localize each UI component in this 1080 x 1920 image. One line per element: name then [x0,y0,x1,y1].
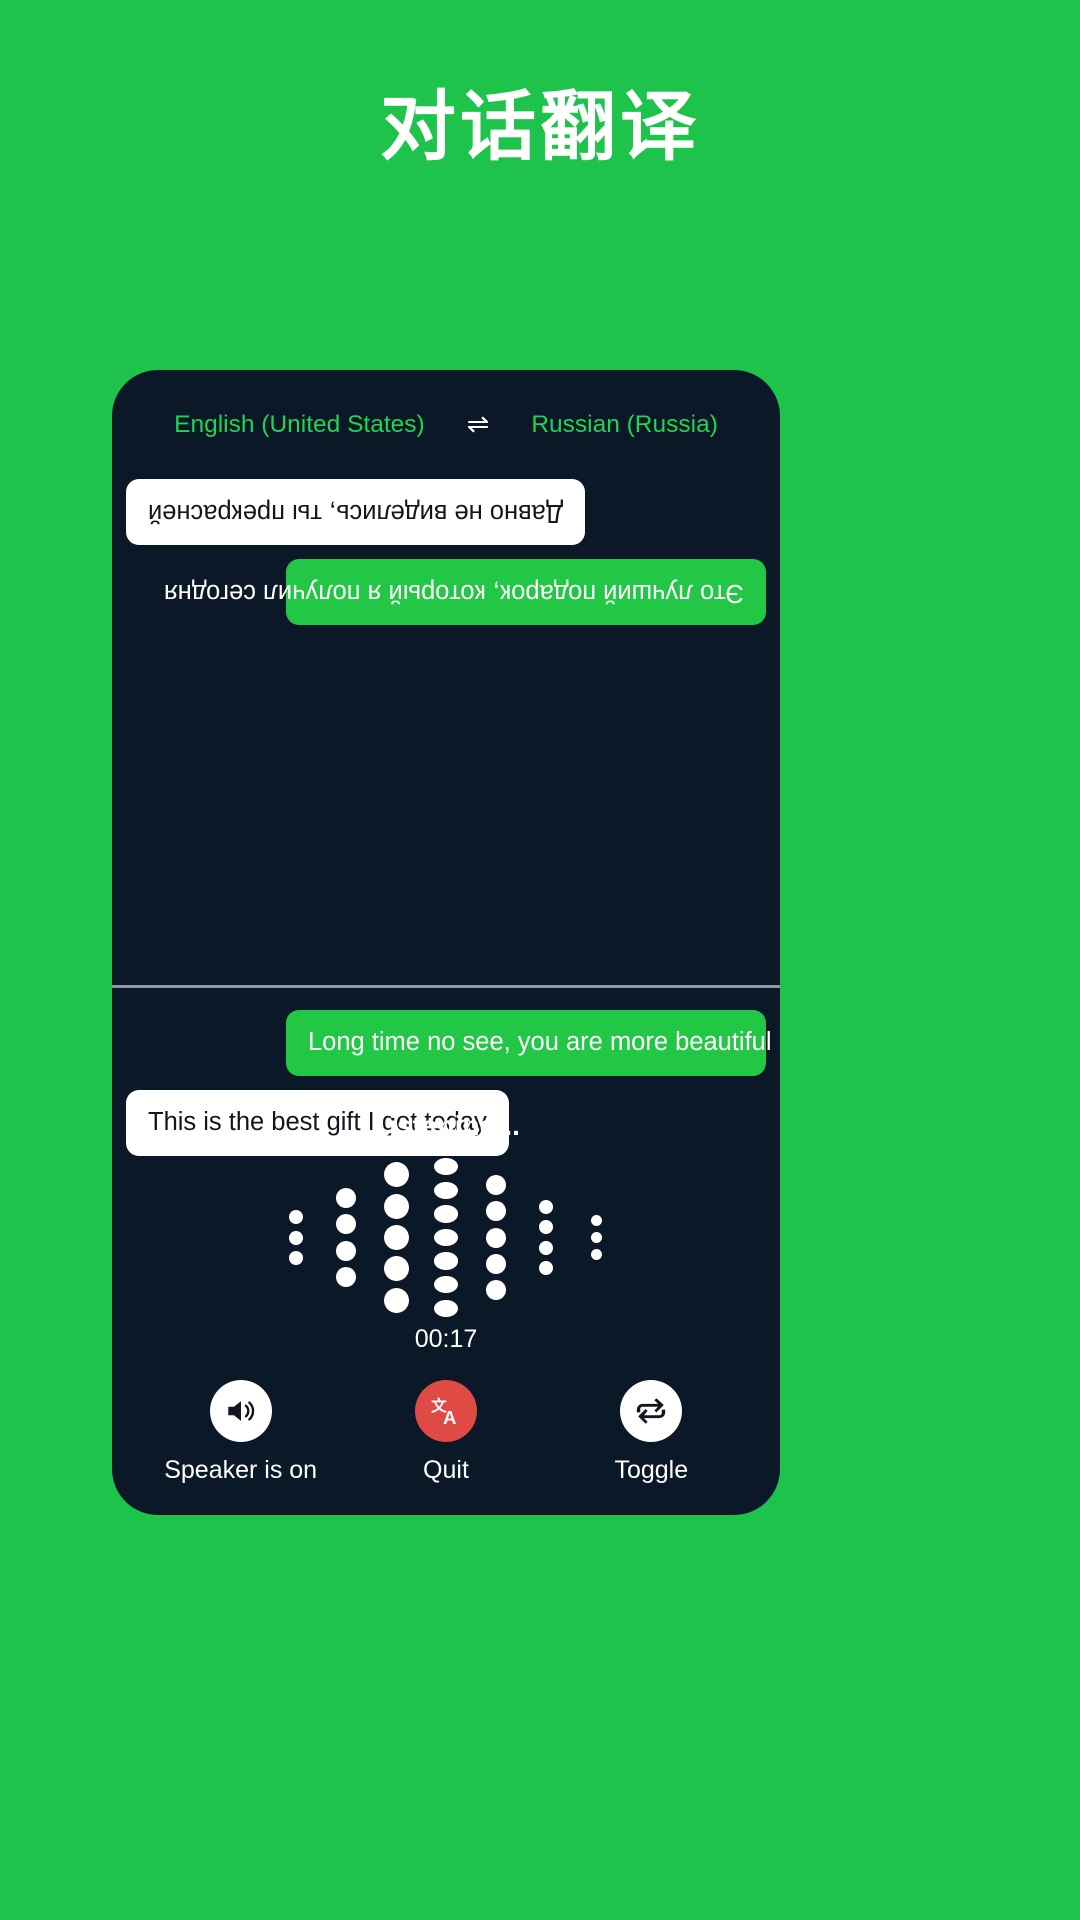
recording-timer: 00:17 [414,1325,478,1353]
waveform-dot [590,1214,602,1226]
message-row: Давно не виделись, ты прекрасней [126,479,766,545]
message-bubble[interactable]: Это лучший подарок, который я получил се… [164,558,766,625]
waveform-dot [539,1261,553,1276]
waveform-dot [383,1225,409,1250]
audio-waveform [112,1155,780,1320]
waveform-dot [383,1193,409,1219]
waveform-dot [336,1187,356,1208]
waveform-dot [336,1267,356,1288]
waveform-dot [434,1158,458,1176]
waveform-column-5 [471,1155,521,1320]
waveform-dot [434,1181,458,1199]
waveform-column-7 [571,1155,621,1320]
waveform-dot [383,1162,409,1188]
quit-button[interactable]: 文A [414,1380,477,1442]
waveform-dot [434,1228,458,1247]
waveform-dot [434,1252,458,1270]
repeat-swap-icon [634,1394,668,1428]
message-row: Long time no see, you are more beautiful [126,1010,772,1076]
swap-horizontal-icon[interactable]: ⇌ [467,410,490,438]
toggle-button[interactable] [620,1380,683,1442]
speaker-on-icon [224,1394,258,1428]
language-bar: English (United States) ⇌ Russian (Russi… [112,392,780,458]
waveform-dot [383,1287,409,1313]
waveform-column-3 [371,1155,421,1320]
waveform-dot [336,1240,356,1261]
waveform-dot [434,1299,458,1317]
source-language-selector[interactable]: English (United States) [174,411,425,439]
message-row: Это лучший подарок, который я получил се… [126,558,766,625]
waveform-column-1 [271,1155,321,1320]
speaker-button[interactable] [209,1380,272,1442]
waveform-dot [486,1253,506,1274]
waveform-dot [486,1174,506,1195]
target-language-selector[interactable]: Russian (Russia) [531,411,718,439]
quit-label: Quit [423,1456,469,1484]
waveform-dot [486,1227,506,1248]
bottom-controls: Speaker is on 文 A Quit Toggle [112,1380,780,1515]
waveform-dot [434,1276,458,1294]
waveform-dot [289,1210,303,1225]
waveform-dot [539,1240,553,1255]
waveform-dot [486,1201,506,1222]
waveform-dot [590,1249,602,1261]
translation-card: English (United States) ⇌ Russian (Russi… [112,370,780,1515]
toggle-control[interactable]: Toggle [551,1380,751,1485]
svg-text:A: A [443,1407,456,1428]
waveform-column-6 [521,1155,571,1320]
pane-divider [112,985,780,988]
waveform-dot [539,1220,553,1235]
waveform-dot [289,1250,303,1265]
waveform-dot [434,1205,458,1223]
waveform-dot [590,1232,602,1243]
quit-control[interactable]: 文 A Quit [346,1380,546,1485]
translate-icon: 文A [429,1394,463,1428]
message-bubble[interactable]: Long time no see, you are more beautiful [286,1010,772,1076]
waveform-dot [336,1214,356,1235]
remote-conversation-pane[interactable]: Это лучший подарок, который я получил се… [112,458,780,987]
waveform-column-2 [321,1155,371,1320]
page-title: 对话翻译 [380,85,700,170]
waveform-dot [383,1256,409,1282]
waveform-column-4 [421,1155,471,1320]
message-bubble[interactable]: Давно не виделись, ты прекрасней [126,479,586,545]
speaker-control[interactable]: Speaker is on [141,1380,341,1485]
waveform-dot [289,1230,303,1245]
speaker-label: Speaker is on [164,1456,318,1484]
waveform-dot [486,1280,506,1301]
toggle-label: Toggle [614,1456,689,1484]
waveform-dot [539,1199,553,1214]
listening-status-label: Listening... [372,1110,520,1141]
